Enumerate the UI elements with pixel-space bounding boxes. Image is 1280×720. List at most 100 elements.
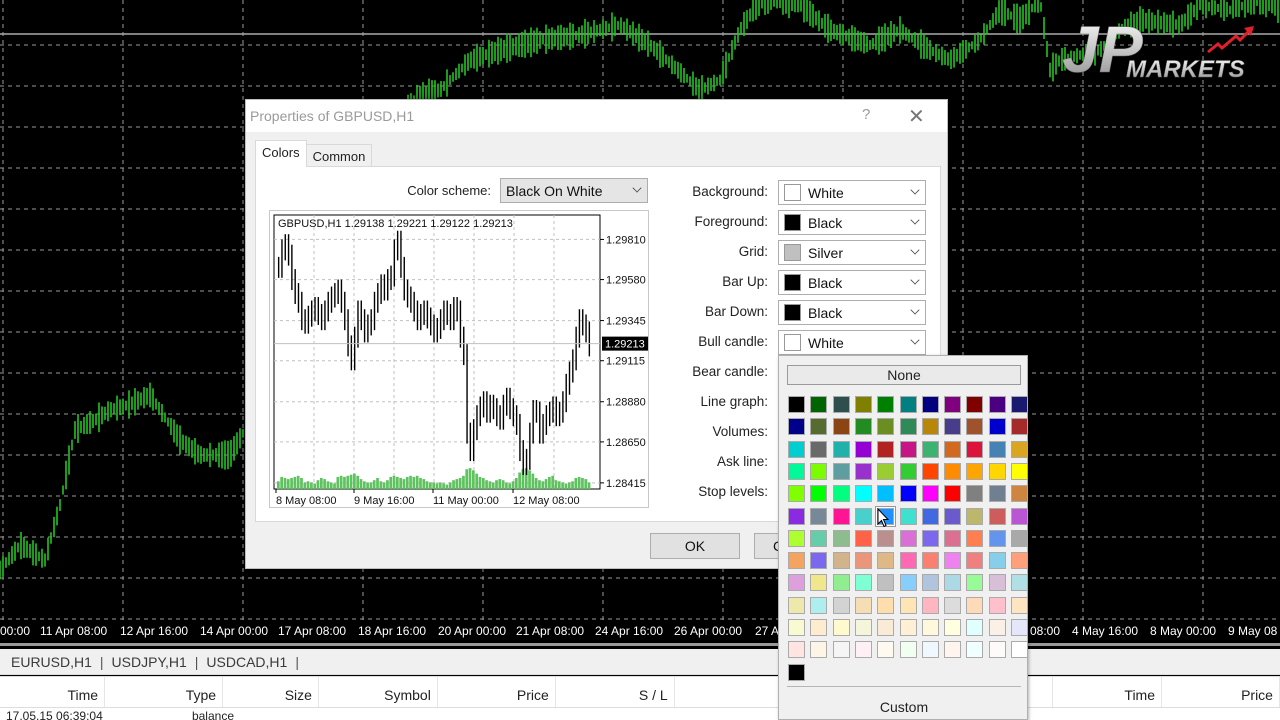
palette-color-swatch[interactable] (944, 574, 962, 592)
palette-color-swatch[interactable] (854, 574, 872, 592)
palette-color-swatch[interactable] (1011, 641, 1028, 659)
palette-color-swatch[interactable] (966, 396, 984, 413)
palette-color-swatch[interactable] (921, 574, 939, 592)
palette-color-swatch[interactable] (921, 529, 939, 547)
tab-common[interactable]: Common (305, 144, 373, 167)
palette-color-swatch[interactable] (966, 641, 984, 659)
palette-color-swatch[interactable] (988, 396, 1006, 413)
palette-color-swatch[interactable] (1011, 418, 1028, 436)
property-color-select[interactable]: White (778, 330, 926, 355)
palette-color-swatch[interactable] (988, 552, 1006, 570)
palette-color-swatch[interactable] (899, 396, 917, 413)
palette-color-swatch[interactable] (832, 440, 850, 458)
palette-color-swatch[interactable] (899, 485, 917, 503)
palette-color-swatch[interactable] (944, 462, 962, 480)
palette-color-swatch[interactable] (988, 485, 1006, 503)
palette-color-swatch[interactable] (988, 418, 1006, 436)
dialog-titlebar[interactable]: Properties of GBPUSD,H1 ? ✕ (246, 100, 947, 132)
palette-color-swatch[interactable] (854, 440, 872, 458)
palette-color-swatch[interactable] (921, 596, 939, 614)
palette-color-swatch[interactable] (899, 596, 917, 614)
palette-color-swatch[interactable] (854, 619, 872, 636)
palette-color-swatch[interactable] (921, 462, 939, 480)
palette-color-swatch[interactable] (854, 485, 872, 503)
palette-color-swatch[interactable] (810, 619, 828, 636)
palette-color-swatch[interactable] (988, 529, 1006, 547)
palette-color-swatch[interactable] (988, 596, 1006, 614)
palette-color-swatch[interactable] (832, 462, 850, 480)
column-header-price[interactable]: Price (438, 677, 556, 707)
palette-color-swatch[interactable] (788, 507, 805, 525)
palette-color-swatch[interactable] (988, 507, 1006, 525)
palette-color-swatch[interactable] (966, 596, 984, 614)
column-header-size[interactable]: Size (223, 677, 319, 707)
palette-color-swatch[interactable] (1011, 596, 1028, 614)
palette-color-swatch[interactable] (899, 574, 917, 592)
column-header-close-price[interactable]: Price (1162, 677, 1280, 707)
palette-color-swatch[interactable] (788, 619, 805, 636)
palette-color-swatch[interactable] (810, 507, 828, 525)
palette-color-swatch[interactable] (1011, 619, 1028, 636)
palette-color-swatch[interactable] (921, 440, 939, 458)
palette-color-swatch[interactable] (1011, 552, 1028, 570)
property-color-select[interactable]: Silver (778, 240, 926, 265)
palette-color-swatch[interactable] (921, 641, 939, 659)
palette-color-swatch[interactable] (788, 485, 805, 503)
palette-color-swatch[interactable] (832, 485, 850, 503)
chart-tab-usdjpy[interactable]: USDJPY,H1 (104, 654, 195, 670)
palette-color-swatch[interactable] (877, 619, 895, 636)
palette-color-swatch[interactable] (877, 529, 895, 547)
palette-color-swatch[interactable] (854, 596, 872, 614)
palette-color-swatch[interactable] (810, 641, 828, 659)
palette-color-swatch[interactable] (810, 596, 828, 614)
color-scheme-select[interactable]: Black On White (500, 178, 648, 203)
palette-color-swatch[interactable] (966, 440, 984, 458)
palette-color-swatch[interactable] (810, 396, 828, 413)
palette-color-swatch[interactable] (921, 507, 939, 525)
palette-color-swatch[interactable] (921, 418, 939, 436)
palette-color-swatch[interactable] (810, 529, 828, 547)
palette-color-swatch[interactable] (899, 619, 917, 636)
column-header-time[interactable]: Time (0, 677, 106, 707)
property-color-select[interactable]: Black (778, 300, 926, 325)
palette-color-swatch[interactable] (988, 619, 1006, 636)
palette-color-swatch[interactable] (921, 619, 939, 636)
palette-color-swatch[interactable] (944, 440, 962, 458)
palette-color-swatch[interactable] (877, 552, 895, 570)
property-color-select[interactable]: Black (778, 210, 926, 235)
palette-color-swatch[interactable] (810, 418, 828, 436)
palette-color-swatch[interactable] (1011, 529, 1028, 547)
palette-color-swatch[interactable] (832, 619, 850, 636)
palette-color-swatch[interactable] (788, 396, 805, 413)
palette-color-swatch[interactable] (1011, 440, 1028, 458)
palette-color-swatch[interactable] (944, 507, 962, 525)
ok-button[interactable]: OK (650, 533, 740, 559)
palette-color-swatch[interactable] (1011, 574, 1028, 592)
column-header-type[interactable]: Type (105, 677, 224, 707)
palette-color-swatch[interactable] (1011, 485, 1028, 503)
palette-color-swatch[interactable] (832, 641, 850, 659)
palette-color-swatch[interactable] (854, 507, 872, 525)
palette-color-swatch[interactable] (788, 552, 805, 570)
palette-color-swatch[interactable] (854, 396, 872, 413)
palette-color-swatch[interactable] (877, 641, 895, 659)
palette-color-swatch[interactable] (921, 552, 939, 570)
palette-color-swatch[interactable] (899, 529, 917, 547)
tab-colors[interactable]: Colors (255, 140, 307, 167)
palette-color-swatch[interactable] (899, 641, 917, 659)
palette-color-swatch[interactable] (966, 552, 984, 570)
property-color-select[interactable]: White (778, 180, 926, 205)
palette-color-swatch[interactable] (966, 485, 984, 503)
palette-color-swatch[interactable] (944, 596, 962, 614)
palette-color-swatch[interactable] (944, 529, 962, 547)
palette-color-swatch[interactable] (788, 418, 805, 436)
palette-color-swatch[interactable] (966, 507, 984, 525)
palette-color-swatch[interactable] (832, 574, 850, 592)
palette-color-swatch[interactable] (899, 462, 917, 480)
palette-color-swatch[interactable] (899, 552, 917, 570)
palette-color-swatch[interactable] (832, 596, 850, 614)
palette-color-swatch[interactable] (899, 440, 917, 458)
chart-tab-eurusd[interactable]: EURUSD,H1 (3, 654, 100, 670)
palette-color-swatch[interactable] (877, 462, 895, 480)
column-header-symbol[interactable]: Symbol (319, 677, 438, 707)
